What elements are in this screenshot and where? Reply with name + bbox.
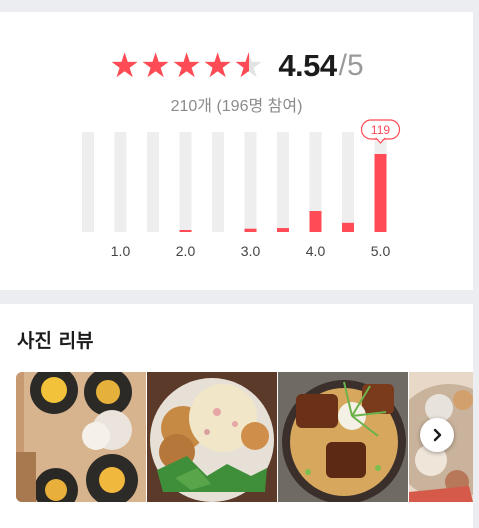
bubble-joint — [377, 137, 384, 139]
bar-track — [179, 132, 192, 232]
bar-track — [342, 132, 354, 232]
rating-bar — [179, 230, 192, 232]
tick-label: 2.0 — [176, 243, 196, 259]
photo-carousel[interactable] — [16, 372, 473, 502]
tick-label: 4.0 — [306, 243, 326, 259]
rating-bar — [244, 228, 257, 232]
rating-bar — [374, 154, 387, 232]
section-title: 사진 리뷰 — [17, 330, 94, 352]
bar-track — [114, 132, 127, 232]
carousel-next-button[interactable] — [420, 418, 454, 452]
bar-track — [147, 132, 159, 232]
kimbap-photo[interactable] — [16, 372, 146, 502]
eel-rice-bowl-photo[interactable] — [278, 372, 408, 502]
rating-distribution-chart: 1.0 2.0 3.0 4.0 5.0 119 — [82, 119, 401, 259]
tick-label: 1.0 — [111, 243, 131, 259]
tick-label: 5.0 — [371, 243, 391, 259]
bar-track — [244, 132, 257, 232]
rating-summary-card: ★ ★ ★ ★ ★ ★ ★ ★ ★ ★ 4.54 /5 210개 (196명 참여) 1.0 2.0… — [0, 12, 473, 290]
rating-bar — [277, 228, 289, 232]
bar-track — [277, 132, 289, 232]
bar-track — [82, 132, 94, 232]
chevron-right-icon — [433, 428, 442, 442]
rating-bar — [309, 211, 322, 232]
bar-track — [212, 132, 224, 232]
tick-label: 3.0 — [241, 243, 261, 259]
value-bubble-label: 119 — [371, 123, 390, 137]
fried-chicken-salad-photo[interactable] — [147, 372, 277, 502]
photo-review-section: 사진 리뷰 — [0, 304, 473, 528]
rating-bar — [342, 222, 354, 232]
